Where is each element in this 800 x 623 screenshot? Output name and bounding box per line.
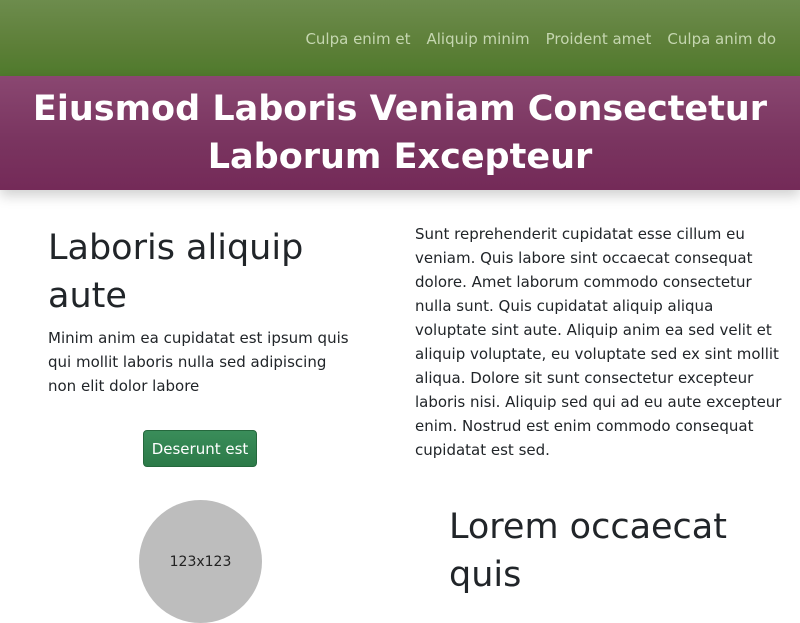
nav-link-proident-amet[interactable]: Proident amet <box>546 29 652 49</box>
left-section: Laboris aliquip aute Minim anim ea cupid… <box>48 224 358 398</box>
nav-link-culpa-anim-do[interactable]: Culpa anim do <box>667 29 776 49</box>
image-placeholder-label: 123x123 <box>169 553 232 570</box>
nav-link-culpa-enim-et[interactable]: Culpa enim et <box>305 29 410 49</box>
right-section-text: Sunt reprehenderit cupidatat esse cillum… <box>415 225 782 459</box>
nav-menu: Culpa enim et Aliquip minim Proident ame… <box>305 29 776 49</box>
image-placeholder: 123x123 <box>139 500 262 623</box>
left-section-text: Minim anim ea cupidatat est ipsum quis q… <box>48 329 349 395</box>
hero-banner: Eiusmod Laboris Veniam Consectetur Labor… <box>0 76 800 190</box>
left-section-heading: Laboris aliquip aute <box>48 228 304 316</box>
nav-link-aliquip-minim[interactable]: Aliquip minim <box>426 29 529 49</box>
banner-title: Eiusmod Laboris Veniam Consectetur Labor… <box>32 89 768 177</box>
deserunt-est-button[interactable]: Deserunt est <box>143 430 257 467</box>
second-section-heading: Lorem occaecat quis <box>449 507 727 595</box>
top-navbar: Culpa enim et Aliquip minim Proident ame… <box>0 0 800 76</box>
